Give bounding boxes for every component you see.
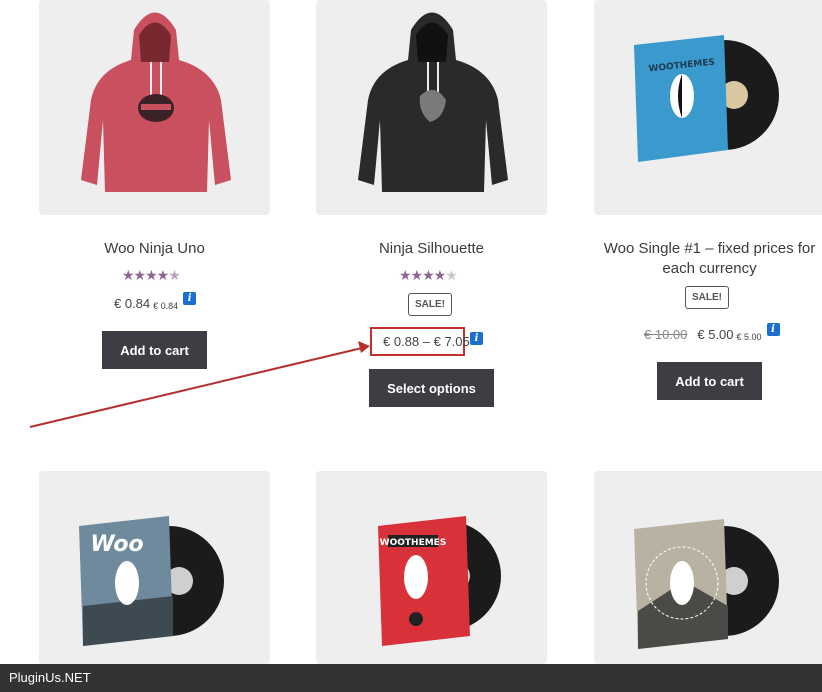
product-image-woothemes-circle-album[interactable]	[594, 471, 822, 664]
product-image-woo-album[interactable]: Woo	[39, 471, 270, 664]
vinyl-record-image: WOOTHEMES	[378, 516, 501, 646]
vinyl-record-image	[634, 519, 779, 649]
svg-text:Woo: Woo	[90, 532, 143, 557]
footer-bar: PluginUs.NET	[0, 664, 822, 692]
footer-brand[interactable]: PluginUs.NET	[9, 670, 91, 685]
product-image-woothemes-album[interactable]: WOOTHEMES	[316, 471, 547, 664]
svg-text:WOOTHEMES: WOOTHEMES	[380, 538, 447, 548]
vinyl-record-image: Woo	[79, 516, 224, 646]
